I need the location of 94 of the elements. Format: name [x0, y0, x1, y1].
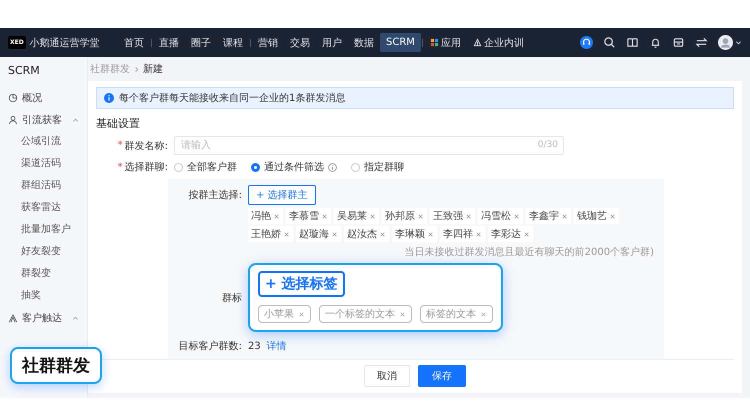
tag-text: 李慕雪 — [289, 210, 319, 223]
sidebar-subitem[interactable]: 渠道活码 — [0, 153, 87, 175]
banner-text: 每个客户群每天能接收来自同一企业的1条群发消息 — [119, 92, 346, 105]
info-icon — [104, 93, 114, 103]
nav-tab[interactable]: 直播 — [153, 32, 185, 54]
tag-text: 李彩达 — [491, 228, 521, 241]
field-label: 目标客户群数: — [178, 340, 242, 353]
user-icon — [8, 115, 18, 125]
search-icon[interactable] — [603, 36, 616, 49]
tag-text: 孙邦原 — [385, 210, 415, 223]
sidebar-subitem[interactable]: 公域引流 — [0, 131, 87, 153]
chevron-icon — [133, 66, 140, 72]
sidebar-title: SCRM — [7, 63, 41, 79]
close-icon[interactable] — [523, 230, 530, 238]
tag-text: 标签的文本 — [426, 308, 476, 321]
sidebar-subitem[interactable]: 获客雷达 — [0, 197, 87, 219]
target-count: 23 — [248, 340, 261, 352]
close-icon[interactable] — [480, 310, 487, 318]
tag-text: 王艳娇 — [251, 228, 281, 241]
tag-text: 赵璇海 — [299, 228, 329, 241]
tag-text: 李四祥 — [443, 228, 473, 241]
select-tag-button[interactable]: + 选择标签 — [258, 271, 345, 297]
section-title: 基础设置 — [96, 116, 141, 131]
nav-tab[interactable]: 首页 — [118, 32, 150, 54]
required-mark: * — [118, 140, 123, 151]
close-icon[interactable] — [273, 212, 280, 220]
breadcrumb-current: 新建 — [143, 62, 163, 76]
sidebar-subitem[interactable]: 批量加客户 — [0, 219, 87, 241]
nav-tab[interactable]: 营销 — [252, 32, 284, 54]
field-label: 群发名称: — [124, 140, 168, 152]
field-label: 群标 — [221, 292, 242, 304]
sidebar-subitem[interactable]: 抽奖 — [0, 285, 87, 307]
pie-chart-icon — [8, 93, 18, 103]
tag-text: 冯艳 — [251, 210, 271, 223]
sidebar-subitem[interactable]: 好友裂变 — [0, 241, 87, 263]
tag-text: 一个标签的文本 — [325, 308, 395, 321]
book-icon[interactable] — [626, 36, 639, 49]
tag-text: 钱珈艺 — [577, 210, 607, 223]
nav-tab[interactable]: 企业内训 — [466, 32, 530, 54]
tag-text: 赵汝杰 — [347, 228, 377, 241]
tag-text: 王致强 — [433, 210, 463, 223]
box-icon[interactable] — [672, 36, 685, 49]
field-label: 按群主选择: — [188, 188, 242, 202]
close-icon[interactable] — [298, 310, 305, 318]
sidebar-item[interactable]: 引流获客 — [0, 109, 87, 131]
close-icon[interactable] — [399, 310, 406, 318]
close-icon[interactable] — [465, 212, 472, 220]
radio-option[interactable]: 全部客户群 — [174, 160, 237, 174]
close-icon[interactable] — [283, 230, 290, 238]
close-icon[interactable] — [379, 230, 386, 238]
close-icon[interactable] — [331, 230, 338, 238]
swap-icon[interactable] — [695, 36, 708, 49]
caret-icon[interactable] — [735, 39, 742, 46]
tag-text: 李琳颖 — [395, 228, 425, 241]
radio-option[interactable]: 通过条件筛选 — [251, 160, 337, 174]
close-icon[interactable] — [609, 212, 616, 220]
sidebar-item[interactable]: 概况 — [0, 87, 87, 109]
close-icon[interactable] — [427, 230, 434, 238]
char-counter: 0/30 — [538, 140, 558, 150]
details-link[interactable]: 详情 — [266, 339, 287, 353]
close-icon[interactable] — [369, 212, 376, 220]
tag-text: 小苹果 — [264, 308, 294, 321]
nav-tab[interactable]: 数据 — [348, 32, 380, 54]
close-icon[interactable] — [561, 212, 568, 220]
feature-badge: 社群群发 — [10, 347, 102, 384]
sidebar-subitem[interactable]: 群裂变 — [0, 263, 87, 285]
bell-icon[interactable] — [649, 36, 662, 49]
field-label: 选择群聊: — [124, 160, 168, 174]
select-owner-button[interactable]: + 选择群主 — [248, 185, 316, 205]
app-name: 小鹅通运营学堂 — [30, 36, 100, 50]
nav-tab[interactable]: 圈子 — [185, 32, 217, 54]
avatar[interactable] — [718, 35, 733, 50]
tag-text: 李鑫宇 — [529, 210, 559, 223]
hint-text: 当日未接收过群发消息且最近有聊天的前2000个客户群) — [404, 246, 654, 259]
nav-tab[interactable]: 交易 — [284, 32, 316, 54]
radio-option[interactable]: 指定群聊 — [351, 160, 404, 174]
nav-tab[interactable]: SCRM — [380, 33, 421, 52]
close-icon[interactable] — [321, 212, 328, 220]
sidebar-item[interactable]: 客户触达 — [0, 307, 87, 329]
tag-text: 吴易莱 — [337, 210, 367, 223]
tag-text: 冯雪松 — [481, 210, 511, 223]
save-button[interactable]: 保存 — [418, 365, 466, 387]
close-icon[interactable] — [417, 212, 424, 220]
nav-tab[interactable]: 课程 — [217, 32, 249, 54]
cancel-button[interactable]: 取消 — [364, 365, 410, 387]
close-icon[interactable] — [475, 230, 482, 238]
nav-tab[interactable]: 应用 — [424, 32, 467, 54]
grid-icon — [430, 38, 439, 47]
headset-icon[interactable] — [580, 36, 593, 49]
sidebar-subitem[interactable]: 群组活码 — [0, 175, 87, 197]
nav-tab[interactable]: 用户 — [316, 32, 348, 54]
close-icon[interactable] — [513, 212, 520, 220]
required-mark: * — [118, 162, 123, 172]
info-icon — [328, 162, 337, 172]
